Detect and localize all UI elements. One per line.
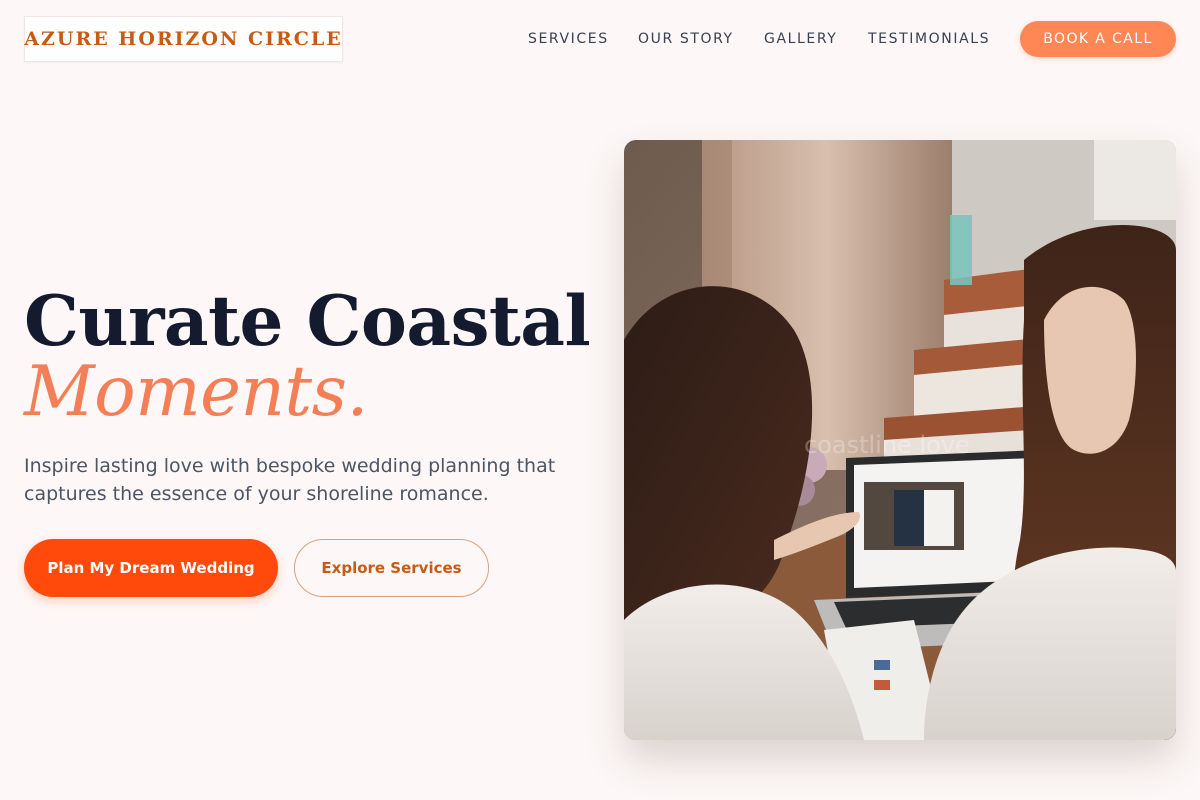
- nav-link-gallery[interactable]: GALLERY: [764, 29, 837, 49]
- hero-subtitle: Inspire lasting love with bespoke weddin…: [24, 455, 556, 505]
- hero-title: Curate Coastal: [24, 281, 591, 362]
- hero-title-accent: Moments.: [24, 352, 368, 432]
- explore-services-button[interactable]: Explore Services: [294, 539, 489, 597]
- hero-image: coastline love: [624, 140, 1176, 740]
- nav-link-our-story[interactable]: OUR STORY: [638, 29, 734, 49]
- book-call-button[interactable]: BOOK A CALL: [1020, 21, 1176, 57]
- image-overlay-text: coastline love: [804, 431, 970, 459]
- nav-link-testimonials[interactable]: TESTIMONIALS: [868, 29, 990, 49]
- plan-wedding-button[interactable]: Plan My Dream Wedding: [24, 539, 278, 597]
- nav-link-services[interactable]: SERVICES: [528, 29, 609, 49]
